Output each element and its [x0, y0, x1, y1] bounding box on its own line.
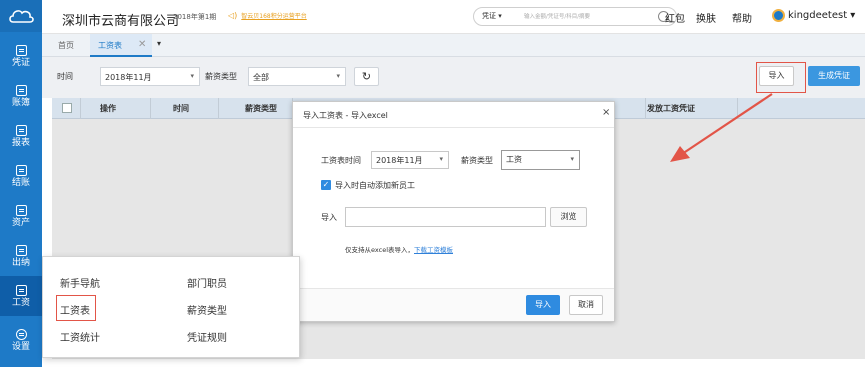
submenu-item-salary-type[interactable]: 薪资类型: [187, 302, 227, 317]
voucher-icon: [15, 44, 27, 56]
salary-time-select[interactable]: 2018年11月 ▾: [371, 151, 449, 169]
avatar[interactable]: [772, 9, 785, 22]
gear-icon: [15, 328, 27, 340]
file-path-input[interactable]: [345, 207, 546, 227]
col-time: 时间: [173, 104, 189, 113]
speaker-icon: ◁): [228, 11, 238, 20]
app-root: { "header": { "company": "深圳市云商有限公司", "p…: [0, 0, 865, 367]
chevron-down-icon[interactable]: ▾: [157, 39, 161, 48]
submenu-item-salary-stats[interactable]: 工资统计: [60, 329, 100, 344]
salary-type-select[interactable]: 全部 ▾: [248, 67, 346, 86]
nav-item-settings[interactable]: 设置: [0, 320, 42, 360]
refresh-button[interactable]: ↻: [354, 67, 379, 86]
nav-item-closing[interactable]: 结账: [0, 156, 42, 196]
red-packet-link[interactable]: 红包: [665, 10, 685, 25]
nav-item-cashier[interactable]: 出纳: [0, 236, 42, 276]
skin-link[interactable]: 换肤: [696, 10, 716, 25]
ledger-icon: [15, 84, 27, 96]
confirm-import-button[interactable]: 导入: [526, 295, 560, 315]
submenu-item-departments[interactable]: 部门职员: [187, 275, 227, 290]
notice-text: 智云贝168积分运营平台: [241, 13, 307, 20]
cancel-button[interactable]: 取消: [569, 295, 603, 315]
company-name[interactable]: 深圳市云商有限公司: [62, 10, 179, 29]
salary-icon: [15, 284, 27, 296]
import-note: 仅支持从excel表导入，下载工资模板: [345, 246, 453, 254]
salary-submenu: 新手导航 部门职员 工资表 薪资类型 工资统计 凭证规则: [42, 256, 300, 358]
caret-down-icon: ▾: [336, 72, 340, 80]
caret-down-icon: ▾: [190, 72, 194, 80]
closing-icon: [15, 164, 27, 176]
col-salary-type: 薪资类型: [245, 104, 277, 113]
annotation-arrow-icon: [670, 93, 773, 162]
nav-item-report[interactable]: 报表: [0, 116, 42, 156]
tab-home[interactable]: 首页: [58, 40, 74, 51]
salary-type-label: 薪资类型: [205, 72, 237, 81]
search-input[interactable]: 输入金额/凭证号/科目/摘要: [524, 12, 590, 20]
submenu-item-guide[interactable]: 新手导航: [60, 275, 100, 290]
tab-label: 工资表: [98, 41, 122, 50]
import-file-label: 导入: [321, 213, 337, 222]
auto-add-employee-label: 导入时自动添加新员工: [335, 181, 415, 190]
select-all-checkbox[interactable]: [62, 103, 72, 113]
notice[interactable]: ◁) 智云贝168积分运营平台: [228, 11, 307, 20]
search-type-select[interactable]: 凭证 ▾: [482, 11, 502, 21]
help-link[interactable]: 帮助: [732, 10, 752, 25]
import-dialog: 导入工资表 - 导入excel × 工资表时间 2018年11月 ▾ 薪资类型 工…: [292, 101, 615, 322]
dialog-salary-type-label: 薪资类型: [461, 156, 493, 165]
generate-voucher-button[interactable]: 生成凭证: [808, 66, 860, 86]
report-icon: [15, 124, 27, 136]
salary-time-label: 工资表时间: [321, 156, 361, 165]
time-select[interactable]: 2018年11月 ▾: [100, 67, 200, 86]
tab-salary-sheet[interactable]: 工资表 ✕: [90, 34, 152, 57]
download-template-link[interactable]: 下载工资模板: [414, 246, 453, 254]
browse-button[interactable]: 浏览: [550, 207, 587, 227]
username[interactable]: kingdeetest ▾: [788, 10, 855, 21]
nav-item-salary[interactable]: 工资: [0, 276, 42, 316]
caret-down-icon: ▾: [439, 155, 443, 163]
dialog-salary-type-select[interactable]: 工资 ▾: [501, 150, 580, 170]
nav-item-voucher[interactable]: 凭证: [0, 36, 42, 76]
time-label: 时间: [57, 72, 73, 81]
dialog-footer: [293, 288, 614, 321]
caret-down-icon: ▾: [570, 155, 574, 163]
nav-item-assets[interactable]: 资产: [0, 196, 42, 236]
auto-add-employee-checkbox[interactable]: ✓: [321, 180, 331, 190]
tab-bar: 首页 工资表 ✕ ▾: [42, 34, 865, 57]
close-icon[interactable]: ×: [602, 107, 610, 118]
accounting-period: 2018年第1期: [173, 13, 217, 21]
submenu-item-voucher-rules[interactable]: 凭证规则: [187, 329, 227, 344]
cloud-logo-icon[interactable]: [0, 0, 42, 32]
cashier-icon: [15, 244, 27, 256]
import-button[interactable]: 导入: [759, 66, 794, 86]
col-operation: 操作: [100, 104, 116, 113]
submenu-item-salary-sheet[interactable]: 工资表: [60, 302, 90, 317]
close-icon[interactable]: ✕: [138, 39, 146, 50]
nav-item-ledger[interactable]: 账簿: [0, 76, 42, 116]
left-nav: 凭证 账簿 报表 结账 资产 出纳 工资 设置: [0, 0, 42, 367]
dialog-title: 导入工资表 - 导入excel: [303, 111, 388, 120]
voucher-search[interactable]: 凭证 ▾ 输入金额/凭证号/科目/摘要: [473, 7, 677, 26]
top-header: 深圳市云商有限公司 2018年第1期 ◁) 智云贝168积分运营平台 凭证 ▾ …: [42, 0, 865, 34]
assets-icon: [15, 204, 27, 216]
